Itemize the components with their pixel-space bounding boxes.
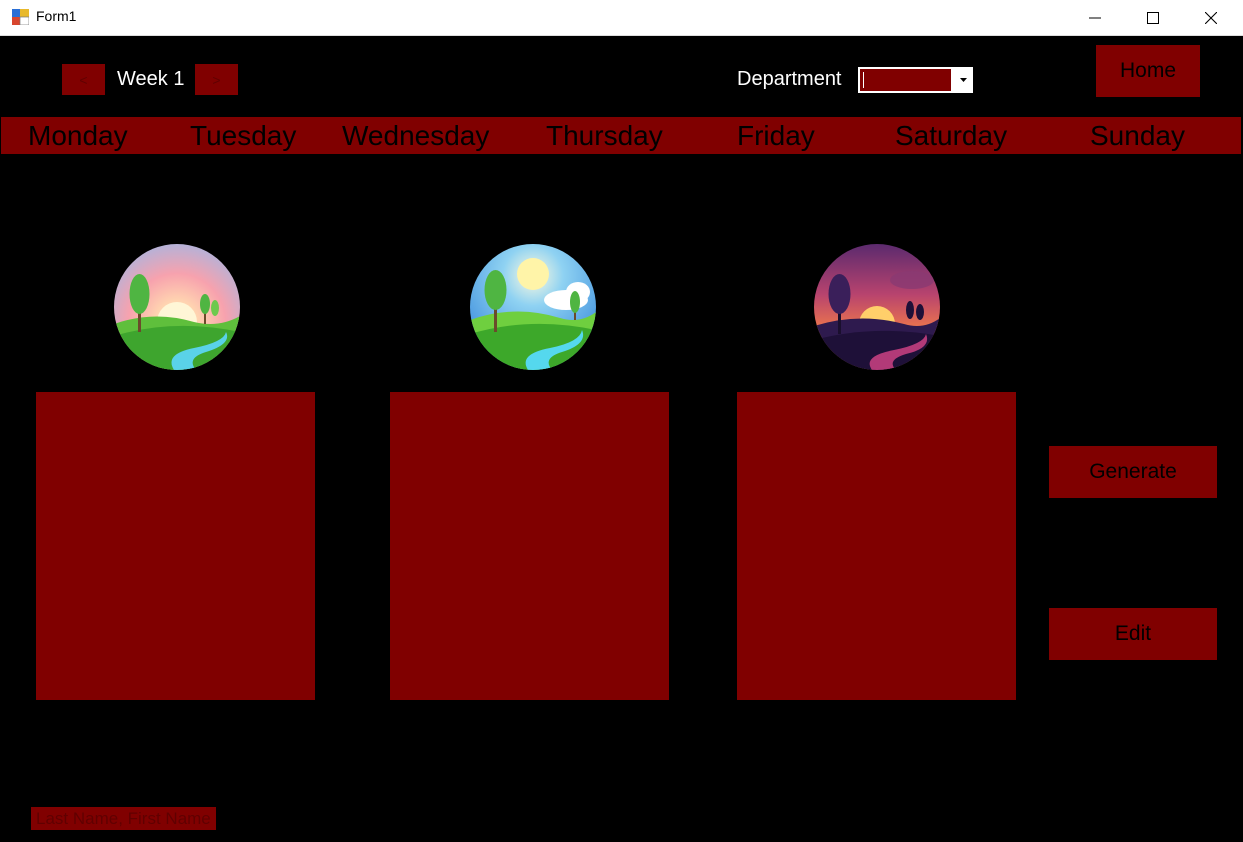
close-button[interactable] xyxy=(1182,0,1240,35)
home-button[interactable]: Home xyxy=(1096,45,1200,97)
chevron-down-icon xyxy=(959,78,967,82)
department-label: Department xyxy=(737,68,842,90)
window-title: Form1 xyxy=(36,8,77,24)
shift-panel-day[interactable] xyxy=(390,392,669,700)
day-sunday: Sunday xyxy=(1090,120,1185,151)
day-friday: Friday xyxy=(737,120,815,151)
shift-panel-morning[interactable] xyxy=(36,392,315,700)
minimize-button[interactable] xyxy=(1066,0,1124,35)
maximize-icon xyxy=(1147,11,1159,24)
form-client-area: < Week 1 > Department Home Monday Tuesda… xyxy=(1,36,1241,842)
dropdown-arrow-button[interactable] xyxy=(953,67,973,93)
week-label: Week 1 xyxy=(117,68,185,90)
minimize-icon xyxy=(1089,17,1101,18)
department-input[interactable] xyxy=(860,69,951,91)
day-thursday: Thursday xyxy=(546,120,663,151)
edit-button[interactable]: Edit xyxy=(1049,608,1217,660)
sunset-landscape-icon xyxy=(814,244,940,370)
title-bar: Form1 xyxy=(0,0,1243,36)
day-landscape-icon xyxy=(470,244,596,370)
app-icon xyxy=(12,9,29,25)
next-week-button[interactable]: > xyxy=(195,64,238,95)
maximize-button[interactable] xyxy=(1124,0,1182,35)
day-wednesday: Wednesday xyxy=(342,120,490,151)
shift-panel-evening[interactable] xyxy=(737,392,1016,700)
generate-button[interactable]: Generate xyxy=(1049,446,1217,498)
employee-name-label: Last Name, First Name xyxy=(31,807,216,830)
text-caret xyxy=(863,72,864,88)
sunrise-landscape-icon xyxy=(114,244,240,370)
day-saturday: Saturday xyxy=(895,120,1008,151)
previous-week-button[interactable]: < xyxy=(62,64,105,95)
day-header-bar: Monday Tuesday Wednesday Thursday Friday… xyxy=(1,117,1241,154)
department-dropdown[interactable] xyxy=(858,67,973,93)
day-tuesday: Tuesday xyxy=(190,120,297,151)
day-monday: Monday xyxy=(28,120,128,151)
close-icon xyxy=(1205,11,1217,24)
